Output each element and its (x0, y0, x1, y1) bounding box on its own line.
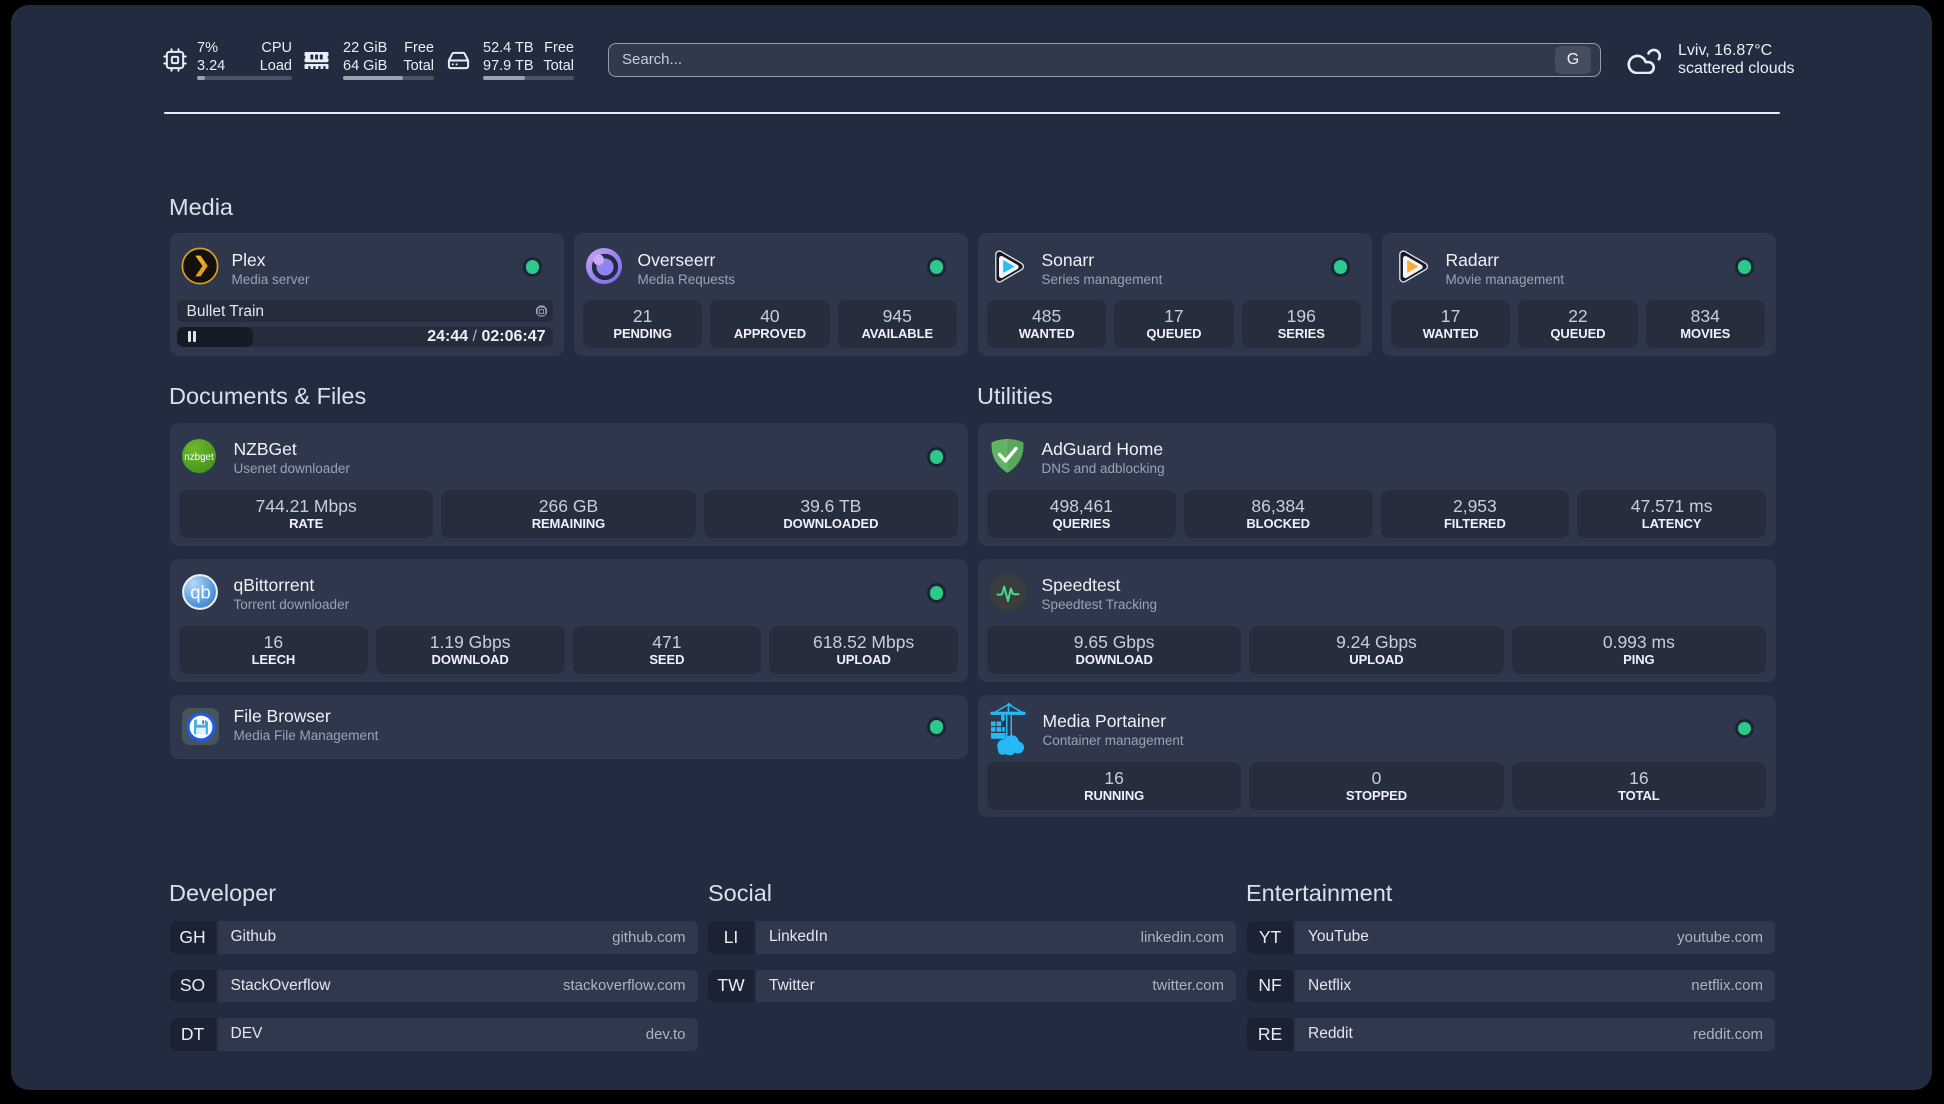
svg-text:qb: qb (190, 582, 211, 603)
svg-text:nzbget: nzbget (184, 452, 214, 463)
